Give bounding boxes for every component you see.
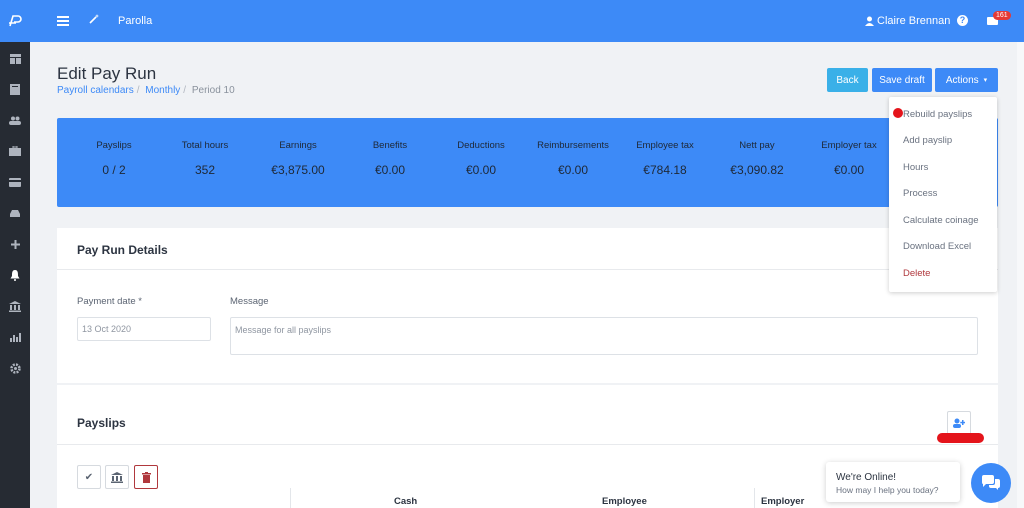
back-button[interactable]: Back (827, 68, 868, 92)
magic-wand-icon[interactable] (88, 13, 100, 28)
menu-item-hours[interactable]: Hours (903, 162, 928, 173)
stat-value: €0.00 (374, 163, 406, 177)
pay-run-details-card: Pay Run Details Payment date * 13 Oct 20… (57, 228, 998, 383)
dashboard-icon[interactable] (8, 52, 22, 66)
stat-value: €3,875.00 (271, 163, 325, 177)
user-menu[interactable]: Claire Brennan (865, 15, 950, 27)
stat-value: 352 (194, 163, 216, 177)
stat-value: €0.00 (557, 163, 589, 177)
message-textarea[interactable]: Message for all payslips (230, 317, 978, 355)
stat-label: Earnings (279, 140, 317, 151)
bank-icon[interactable] (8, 299, 22, 313)
user-icon (865, 16, 874, 26)
menu-item-download-excel[interactable]: Download Excel (903, 241, 971, 252)
stat-total-hours: Total hours 352 (160, 140, 250, 177)
credit-card-icon[interactable] (8, 175, 22, 189)
help-icon[interactable]: ? (957, 15, 968, 26)
stat-payslips: Payslips 0 / 2 (69, 140, 159, 177)
add-payslip-icon[interactable] (947, 411, 971, 435)
menu-toggle-icon[interactable] (57, 16, 69, 26)
chat-title: We're Online! (836, 472, 897, 483)
details-heading: Pay Run Details (77, 243, 168, 257)
settings-icon[interactable] (8, 361, 22, 375)
chat-subtitle: How may I help you today? (836, 485, 939, 495)
stat-benefits: Benefits €0.00 (345, 140, 435, 177)
menu-item-calculate-coinage[interactable]: Calculate coinage (903, 215, 979, 226)
stat-value: €784.18 (643, 163, 687, 177)
divider (57, 269, 998, 270)
column-divider (290, 488, 291, 508)
stat-value: €0.00 (833, 163, 865, 177)
notification-badge: 161 (993, 11, 1011, 20)
chat-launcher-icon[interactable] (971, 463, 1011, 503)
payslips-heading: Payslips (77, 416, 126, 430)
payment-date-label: Payment date * (77, 296, 142, 307)
menu-item-rebuild-payslips[interactable]: Rebuild payslips (903, 109, 972, 120)
pay-run-summary: Payslips 0 / 2 Total hours 352 Earnings €3,… (57, 118, 998, 207)
stat-value: €3,090.82 (730, 163, 784, 177)
book-icon[interactable] (8, 82, 22, 96)
stat-label: Employer tax (821, 140, 877, 151)
actions-label: Actions (945, 74, 979, 86)
actions-dropdown: Rebuild payslips Add payslip Hours Proce… (889, 97, 997, 292)
highlight-marker (937, 433, 984, 443)
breadcrumb-payroll-calendars[interactable]: Payroll calendars (57, 85, 134, 96)
users-icon[interactable] (8, 113, 22, 127)
chat-prompt[interactable]: We're Online! How may I help you today? (826, 462, 960, 502)
menu-item-process[interactable]: Process (903, 188, 937, 199)
user-name: Claire Brennan (877, 15, 951, 27)
page-title: Edit Pay Run (57, 64, 157, 83)
app-logo-icon[interactable] (0, 0, 30, 42)
message-label: Message (230, 296, 269, 307)
stat-reimbursements: Reimbursements €0.00 (528, 140, 618, 177)
breadcrumb-monthly[interactable]: Monthly (145, 85, 180, 96)
stat-label: Employee tax (636, 140, 694, 151)
stat-label: Deductions (457, 140, 505, 151)
stat-label: Reimbursements (537, 140, 609, 151)
payment-date-input[interactable]: 13 Oct 2020 (77, 317, 211, 341)
highlight-marker (893, 108, 903, 118)
sidebar (0, 42, 30, 508)
main-content: Edit Pay Run Payroll calendars / Monthly /… (37, 42, 1017, 508)
breadcrumb: Payroll calendars / Monthly / Period 10 (57, 85, 235, 96)
bank-icon[interactable] (105, 465, 129, 489)
divider (57, 444, 998, 445)
trash-icon[interactable] (134, 465, 158, 489)
plus-icon[interactable] (8, 237, 22, 251)
column-employee: Employee (602, 496, 647, 507)
column-cash: Cash (394, 496, 418, 507)
stat-employer-tax: Employer tax €0.00 (804, 140, 894, 177)
menu-item-add-payslip[interactable]: Add payslip (903, 135, 952, 146)
stat-label: Payslips (96, 140, 132, 151)
column-employer: Employer (761, 496, 805, 507)
stat-value: 0 / 2 (102, 163, 126, 177)
actions-button[interactable]: Actions ▾ (935, 68, 998, 92)
stat-label: Total hours (181, 140, 229, 151)
stat-label: Benefits (372, 140, 408, 151)
stat-earnings: Earnings €3,875.00 (253, 140, 343, 177)
stat-label: Nett pay (739, 140, 775, 151)
bell-icon[interactable] (8, 268, 22, 282)
menu-item-delete[interactable]: Delete (903, 268, 930, 279)
save-draft-button[interactable]: Save draft (872, 68, 932, 92)
scrollbar-track[interactable] (1017, 42, 1024, 508)
breadcrumb-period: Period 10 (191, 85, 235, 96)
column-divider (754, 488, 755, 508)
stat-value: €0.00 (465, 163, 497, 177)
car-icon[interactable] (8, 206, 22, 220)
stat-deductions: Deductions €0.00 (436, 140, 526, 177)
app-title: Parolla (118, 15, 153, 27)
briefcase-icon[interactable] (8, 144, 22, 158)
stat-nett-pay: Nett pay €3,090.82 (712, 140, 802, 177)
stat-employee-tax: Employee tax €784.18 (620, 140, 710, 177)
top-bar: Parolla Claire Brennan ? 161 (0, 0, 1024, 42)
approve-check-icon[interactable]: ✔ (77, 465, 101, 489)
caret-down-icon: ▾ (983, 77, 988, 84)
reports-icon[interactable] (8, 330, 22, 344)
